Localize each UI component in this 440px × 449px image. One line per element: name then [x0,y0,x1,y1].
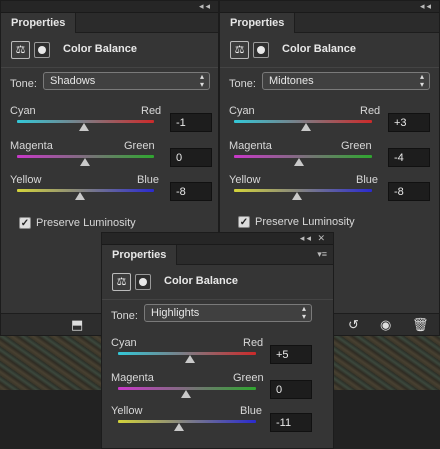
slider-track[interactable] [17,189,154,192]
slider-thumb[interactable] [79,123,89,131]
updown-arrow-icon: ▴ ▾ [199,72,204,89]
tone-label: Tone: [229,78,256,90]
adjustment-header: ⚖ Color Balance [220,33,439,67]
slider-thumb[interactable] [75,192,85,200]
slider-magenta-green: Magenta Green [220,140,439,176]
slider-thumb[interactable] [294,158,304,166]
balance-scale-icon: ⚖ [112,273,131,291]
slider-left-label: Yellow [229,174,261,186]
tone-select[interactable]: Shadows ▴ ▾ [43,72,210,90]
slider-yellow-blue: Yellow Blue [102,405,333,441]
slider-value-input[interactable] [388,182,430,201]
slider-thumb[interactable] [80,158,90,166]
panel-tabbar: Properties [1,13,218,33]
slider-value-input[interactable] [270,380,312,399]
layer-mask-icon[interactable] [253,42,269,58]
slider-left-label: Cyan [111,337,137,349]
adjustment-title: Color Balance [63,43,137,55]
slider-left-label: Yellow [10,174,42,186]
layer-mask-icon[interactable] [34,42,50,58]
tone-select[interactable]: Highlights ▴ ▾ [144,304,312,322]
slider-right-label: Green [233,372,264,384]
tone-label: Tone: [10,78,37,90]
tone-label: Tone: [111,310,138,322]
slider-left-label: Magenta [10,140,53,152]
slider-value-input[interactable] [270,413,312,432]
eye-icon[interactable]: ◉ [380,317,391,333]
slider-yellow-blue: Yellow Blue [220,174,439,210]
adjustment-header: ⚖ Color Balance [102,265,333,299]
slider-left-label: Cyan [10,105,36,117]
adjustment-header: ⚖ Color Balance [1,33,218,67]
slider-right-label: Blue [356,174,379,186]
slider-yellow-blue: Yellow Blue [1,174,218,210]
panel-titlebar: ◂◂ [1,1,218,13]
tone-select-value: Shadows [50,75,96,87]
slider-right-label: Red [141,105,162,117]
preserve-luminosity-label: Preserve Luminosity [36,217,136,229]
slider-right-label: Red [243,337,264,349]
balance-scale-icon: ⚖ [230,41,249,59]
adjustment-title: Color Balance [164,275,238,287]
tone-row: Tone: Shadows ▴ ▾ [1,68,218,100]
slider-right-label: Red [360,105,381,117]
slider-thumb[interactable] [185,355,195,363]
tone-select-value: Midtones [269,75,314,87]
reset-icon[interactable]: ↺ [348,317,359,333]
slider-cyan-red: Cyan Red [1,105,218,141]
slider-thumb[interactable] [301,123,311,131]
slider-value-input[interactable] [388,113,430,132]
slider-left-label: Yellow [111,405,143,417]
properties-panel-highlights: ◂◂ ✕ Properties ▾≡ ⚖ Color Balance Tone:… [101,232,334,449]
slider-magenta-green: Magenta Green [102,372,333,408]
slider-value-input[interactable] [388,148,430,167]
slider-thumb[interactable] [181,390,191,398]
panel-menu-icon[interactable]: ▾≡ [317,249,327,260]
slider-value-input[interactable] [170,148,212,167]
slider-left-label: Magenta [229,140,272,152]
trash-icon[interactable]: 🗑 [412,317,429,333]
slider-right-label: Blue [137,174,160,186]
clip-to-layer-icon[interactable]: ⬒ [71,317,83,333]
slider-value-input[interactable] [170,113,212,132]
updown-arrow-icon: ▴ ▾ [301,304,306,321]
slider-magenta-green: Magenta Green [1,140,218,176]
tab-properties[interactable]: Properties [102,245,178,265]
collapse-icon[interactable]: ◂◂ [199,1,212,12]
layer-mask-icon[interactable] [135,274,151,290]
slider-cyan-red: Cyan Red [102,337,333,373]
slider-right-label: Green [124,140,155,152]
panel-tabbar: Properties ▾≡ [102,245,333,265]
tab-properties[interactable]: Properties [220,13,296,33]
collapse-close-icons[interactable]: ◂◂ ✕ [300,233,327,244]
panel-titlebar: ◂◂ [220,1,439,13]
slider-track[interactable] [118,420,256,423]
slider-value-input[interactable] [270,345,312,364]
panel-tabbar: Properties [220,13,439,33]
slider-cyan-red: Cyan Red [220,105,439,141]
adjustment-title: Color Balance [282,43,356,55]
slider-thumb[interactable] [292,192,302,200]
balance-scale-icon: ⚖ [11,41,30,59]
tone-select[interactable]: Midtones ▴ ▾ [262,72,430,90]
tone-select-value: Highlights [151,307,200,319]
slider-track[interactable] [234,189,372,192]
slider-left-label: Magenta [111,372,154,384]
slider-left-label: Cyan [229,105,255,117]
tone-row: Tone: Highlights ▴ ▾ [102,300,333,332]
panel-titlebar: ◂◂ ✕ [102,233,333,245]
collapse-icon[interactable]: ◂◂ [420,1,433,12]
updown-arrow-icon: ▴ ▾ [419,72,424,89]
checkmark-icon[interactable]: ✓ [238,216,250,228]
tab-properties[interactable]: Properties [1,13,77,33]
tone-row: Tone: Midtones ▴ ▾ [220,68,439,100]
slider-thumb[interactable] [174,423,184,431]
preserve-luminosity-label: Preserve Luminosity [255,216,355,228]
checkmark-icon[interactable]: ✓ [19,217,31,229]
slider-right-label: Blue [240,405,263,417]
slider-right-label: Green [341,140,372,152]
slider-value-input[interactable] [170,182,212,201]
